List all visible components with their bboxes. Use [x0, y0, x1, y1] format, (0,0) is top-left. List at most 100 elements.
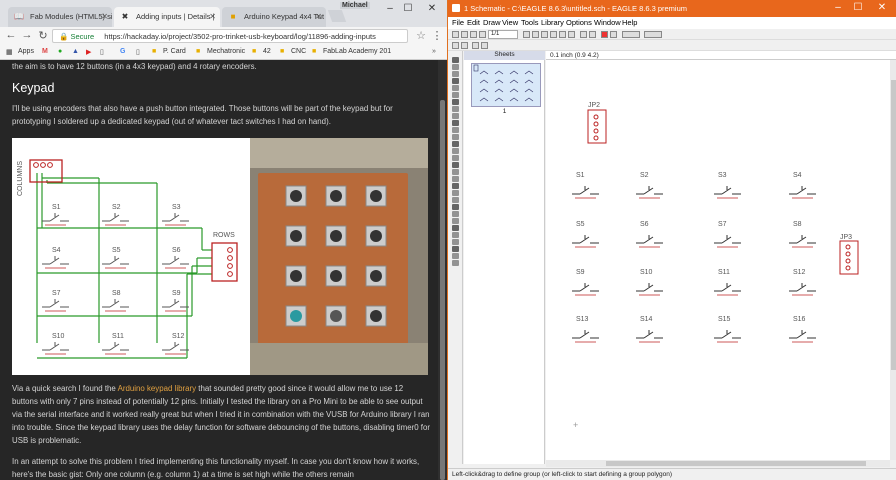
page-icon[interactable]: ▯ — [136, 48, 140, 56]
command-tool-icon[interactable] — [452, 183, 459, 189]
more-bookmarks-icon[interactable]: » — [432, 48, 436, 55]
command-tool-icon[interactable] — [452, 106, 459, 112]
apps-icon[interactable]: ▦ — [6, 48, 13, 56]
command-tool-icon[interactable] — [452, 85, 459, 91]
page-icon[interactable]: ▯ — [100, 48, 104, 56]
switch-part[interactable]: S16 — [789, 316, 816, 343]
bookmark-42[interactable]: 42 — [263, 48, 271, 55]
redraw-icon[interactable] — [568, 31, 575, 38]
command-tool-icon[interactable] — [452, 169, 459, 175]
close-icon[interactable]: ✕ — [101, 12, 108, 21]
google-icon[interactable]: G — [120, 48, 125, 55]
cam-icon[interactable] — [479, 31, 486, 38]
switch-part[interactable]: S15 — [714, 316, 741, 343]
zoom-select-icon[interactable] — [559, 31, 566, 38]
profile-name[interactable]: Michael — [340, 2, 370, 9]
switch-part[interactable]: S4 — [789, 172, 816, 199]
command-tool-icon[interactable] — [452, 71, 459, 77]
command-tool-icon[interactable] — [452, 92, 459, 98]
zoom-in-icon[interactable] — [541, 31, 548, 38]
command-tool-icon[interactable] — [452, 197, 459, 203]
tab-fab-modules[interactable]: 📖 Fab Modules (HTML5) si ✕ — [8, 7, 112, 27]
switch-part[interactable]: S11 — [714, 269, 741, 296]
forward-icon[interactable]: → — [20, 29, 34, 41]
scrollbar-thumb[interactable] — [606, 461, 866, 466]
bookmark-p-card[interactable]: P. Card — [163, 48, 186, 55]
command-tool-icon[interactable] — [452, 162, 459, 168]
group-icon[interactable] — [472, 42, 479, 49]
command-tool-icon[interactable] — [452, 57, 459, 63]
switch-part[interactable]: S12 — [789, 269, 816, 296]
menu-edit[interactable]: Edit — [467, 18, 480, 27]
switch-part[interactable]: S5 — [572, 221, 599, 248]
youtube-icon[interactable]: ▶ — [86, 48, 91, 56]
minimize-button[interactable]: – — [830, 2, 846, 13]
command-tool-icon[interactable] — [452, 232, 459, 238]
print-icon[interactable] — [470, 31, 477, 38]
menu-file[interactable]: File — [452, 18, 464, 27]
scrollbar-thumb[interactable] — [891, 80, 896, 370]
bookmark-icon[interactable]: ▲ — [72, 48, 79, 55]
command-icon[interactable] — [622, 31, 640, 38]
menu-window[interactable]: Window — [594, 18, 621, 27]
menu-icon[interactable]: ⋮ — [430, 29, 444, 42]
command-tool-icon[interactable] — [452, 204, 459, 210]
page-scrollbar[interactable] — [438, 60, 447, 480]
command-tool-icon[interactable] — [452, 113, 459, 119]
bookmark-mechatronic[interactable]: Mechatronic — [207, 48, 245, 55]
undo-icon[interactable] — [580, 31, 587, 38]
scrollbar-thumb[interactable] — [440, 100, 445, 480]
command-tool-icon[interactable] — [452, 141, 459, 147]
menu-draw[interactable]: Draw — [483, 18, 501, 27]
menu-library[interactable]: Library — [541, 18, 564, 27]
switch-part[interactable]: S8 — [789, 221, 816, 248]
command-tool-icon[interactable] — [452, 211, 459, 217]
back-icon[interactable]: ← — [4, 29, 18, 41]
horizontal-scrollbar[interactable] — [546, 460, 890, 467]
command-tool-icon[interactable] — [452, 260, 459, 266]
sheet-thumbnail[interactable] — [471, 63, 541, 107]
menu-options[interactable]: Options — [566, 18, 592, 27]
command-tool-icon[interactable] — [452, 148, 459, 154]
sheet-select[interactable]: 1/1 — [488, 30, 518, 39]
switch-part[interactable]: S14 — [636, 316, 663, 343]
command-tool-icon[interactable] — [452, 176, 459, 182]
close-icon[interactable]: ✕ — [315, 12, 322, 21]
maximize-button[interactable]: ☐ — [850, 2, 866, 13]
stop-icon[interactable] — [601, 31, 608, 38]
go-icon[interactable] — [610, 31, 617, 38]
switch-part[interactable]: S3 — [714, 172, 741, 199]
grid-icon[interactable] — [452, 42, 459, 49]
zoom-out-icon[interactable] — [550, 31, 557, 38]
switch-part[interactable]: S9 — [572, 269, 599, 296]
switch-part[interactable]: S2 — [636, 172, 663, 199]
command-tool-icon[interactable] — [452, 246, 459, 252]
redo-icon[interactable] — [589, 31, 596, 38]
schematic-canvas[interactable]: JP2 JP3 S1 S2 S3 S4 S5 S6 S7 S8 S9 S10 S11 S12 S13 S1… — [546, 60, 890, 460]
gmail-icon[interactable]: M — [42, 48, 48, 55]
keypad-library-link[interactable]: Arduino keypad library — [118, 384, 197, 393]
command-tool-icon[interactable] — [452, 155, 459, 161]
switch-part[interactable]: S7 — [714, 221, 741, 248]
bookmark-fablab-academy[interactable]: FabLab Academy 201 — [323, 48, 391, 55]
bookmark-apps[interactable]: Apps — [18, 48, 34, 55]
polygon-icon[interactable] — [481, 42, 488, 49]
tab-adding-inputs[interactable]: ✖ Adding inputs | Details | ✕ — [114, 7, 220, 27]
bookmark-cnc[interactable]: CNC — [291, 48, 306, 55]
menu-view[interactable]: View — [502, 18, 518, 27]
command-tool-icon[interactable] — [452, 239, 459, 245]
command-tool-icon[interactable] — [452, 190, 459, 196]
maximize-button[interactable]: ☐ — [400, 3, 416, 14]
new-tab-button[interactable] — [327, 10, 347, 22]
close-icon[interactable]: ✕ — [209, 12, 216, 21]
switch-part[interactable]: S6 — [636, 221, 663, 248]
command-tool-icon[interactable] — [452, 64, 459, 70]
tab-arduino-keypad[interactable]: ■ Arduino Keypad 4x4 Tut ✕ — [222, 7, 326, 27]
menu-help[interactable]: Help — [622, 18, 637, 27]
command-tool-icon[interactable] — [452, 218, 459, 224]
close-window-button[interactable]: ✕ — [424, 3, 440, 14]
switch-part[interactable]: S10 — [636, 269, 663, 296]
command-tool-icon[interactable] — [452, 120, 459, 126]
switch-part[interactable]: S13 — [572, 316, 599, 343]
layer-icon[interactable] — [644, 31, 662, 38]
